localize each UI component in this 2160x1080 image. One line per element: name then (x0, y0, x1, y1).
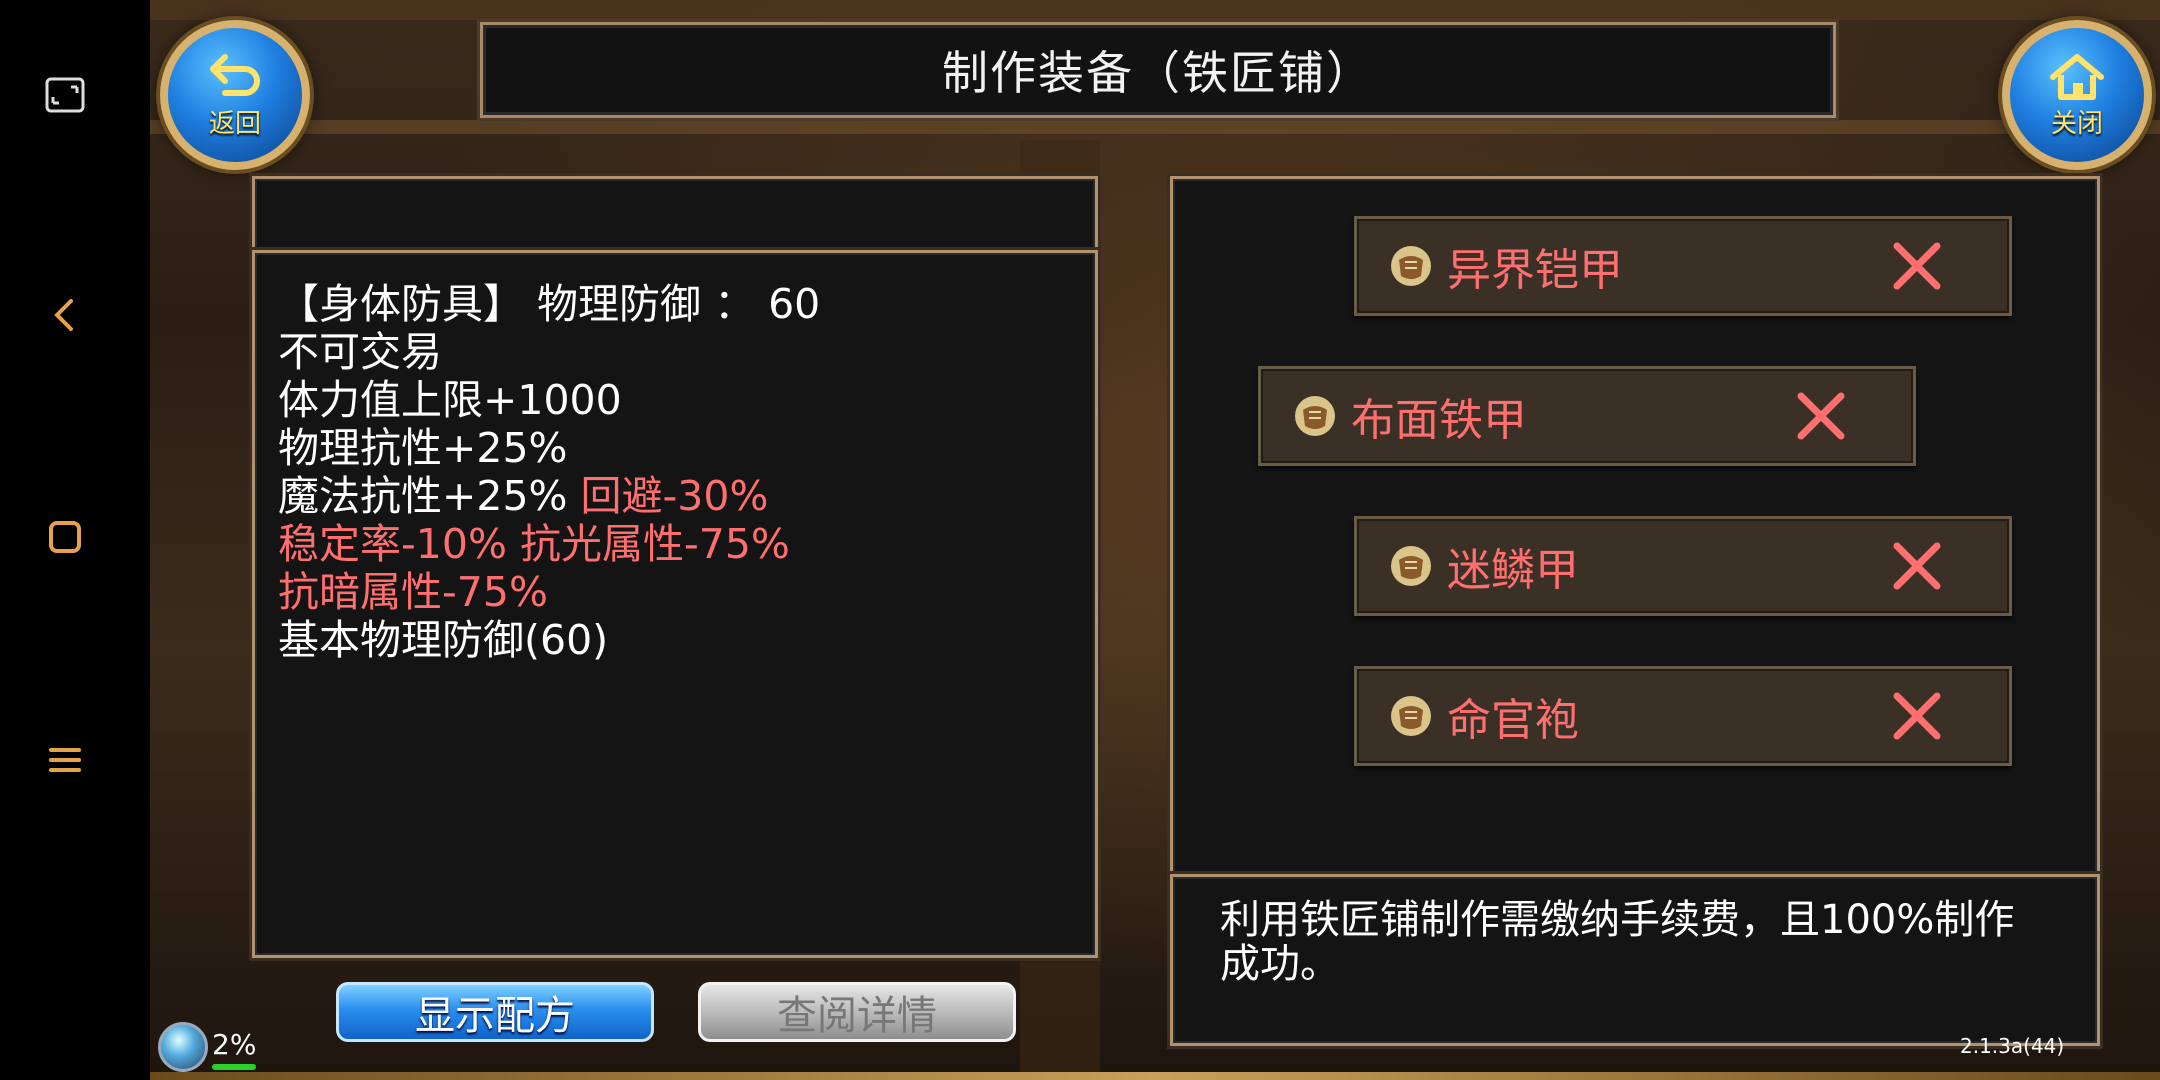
armor-icon (1391, 696, 1431, 736)
recipe-item[interactable]: 命官袍 (1354, 666, 2012, 766)
armor-icon (1295, 396, 1335, 436)
back-button[interactable]: 返回 (160, 20, 310, 170)
item-stats: 【身体防具】 物理防御 ： 60 不可交易 体力值上限+1000 物理抗性+25… (278, 280, 820, 664)
close-icon[interactable] (1887, 536, 1947, 596)
close-icon[interactable] (1791, 386, 1851, 446)
stat-hp-max: 体力值上限+1000 (278, 376, 622, 424)
recipe-item[interactable]: 迷鳞甲 (1354, 516, 2012, 616)
window-title: 制作装备（铁匠铺） (942, 46, 1374, 100)
recipe-name: 布面铁甲 (1351, 395, 1527, 446)
system-nav-bar (0, 0, 150, 1080)
stat-base-defense: 基本物理防御(60) (278, 616, 609, 664)
nav-back-icon[interactable] (40, 290, 90, 340)
recipe-item[interactable]: 布面铁甲 (1258, 366, 1916, 466)
close-button[interactable]: 关闭 (2002, 20, 2152, 170)
recipe-name: 命官袍 (1447, 695, 1579, 746)
stat-dark-resist: 抗暗属性-75% (278, 568, 548, 616)
bottom-decoration (150, 1072, 2160, 1080)
exp-bar (212, 1064, 256, 1070)
nav-menu-icon[interactable] (40, 735, 90, 785)
exp-percent: 2% (212, 1028, 257, 1061)
crafting-fee-note: 利用铁匠铺制作需缴纳手续费，且100%制作成功。 (1220, 897, 2015, 987)
title-bar: 制作装备（铁匠铺） (480, 22, 1836, 118)
back-button-label: 返回 (208, 108, 261, 139)
stat-magic-resist: 魔法抗性+25% (278, 472, 581, 520)
item-name-header (252, 176, 1098, 254)
recipe-name: 迷鳞甲 (1447, 545, 1579, 596)
armor-icon (1391, 246, 1431, 286)
close-icon[interactable] (1887, 686, 1947, 746)
home-icon (2050, 53, 2104, 100)
stat-stability-light: 稳定率-10% 抗光属性-75% (278, 520, 790, 568)
close-button-label: 关闭 (2050, 108, 2103, 139)
return-arrow-icon (210, 53, 260, 96)
version-label: 2.1.3a(44) (1960, 1034, 2065, 1058)
stat-evasion: 回避-30% (580, 472, 769, 520)
fullscreen-icon[interactable] (40, 70, 90, 120)
exp-orb-icon (158, 1022, 208, 1072)
nav-home-icon[interactable] (40, 512, 90, 562)
recipe-name: 异界铠甲 (1447, 245, 1623, 296)
view-details-button[interactable]: 查阅详情 (698, 982, 1016, 1042)
close-icon[interactable] (1887, 236, 1947, 296)
stat-type-defense: 【身体防具】 物理防御 ： 60 (278, 280, 821, 328)
stat-physical-resist: 物理抗性+25% (278, 424, 568, 472)
stat-untradable: 不可交易 (278, 328, 442, 376)
armor-icon (1391, 546, 1431, 586)
recipe-item[interactable]: 异界铠甲 (1354, 216, 2012, 316)
stat-magic-resist-row: 魔法抗性+25% 回避-30% (278, 472, 820, 520)
show-recipe-button[interactable]: 显示配方 (336, 982, 654, 1042)
